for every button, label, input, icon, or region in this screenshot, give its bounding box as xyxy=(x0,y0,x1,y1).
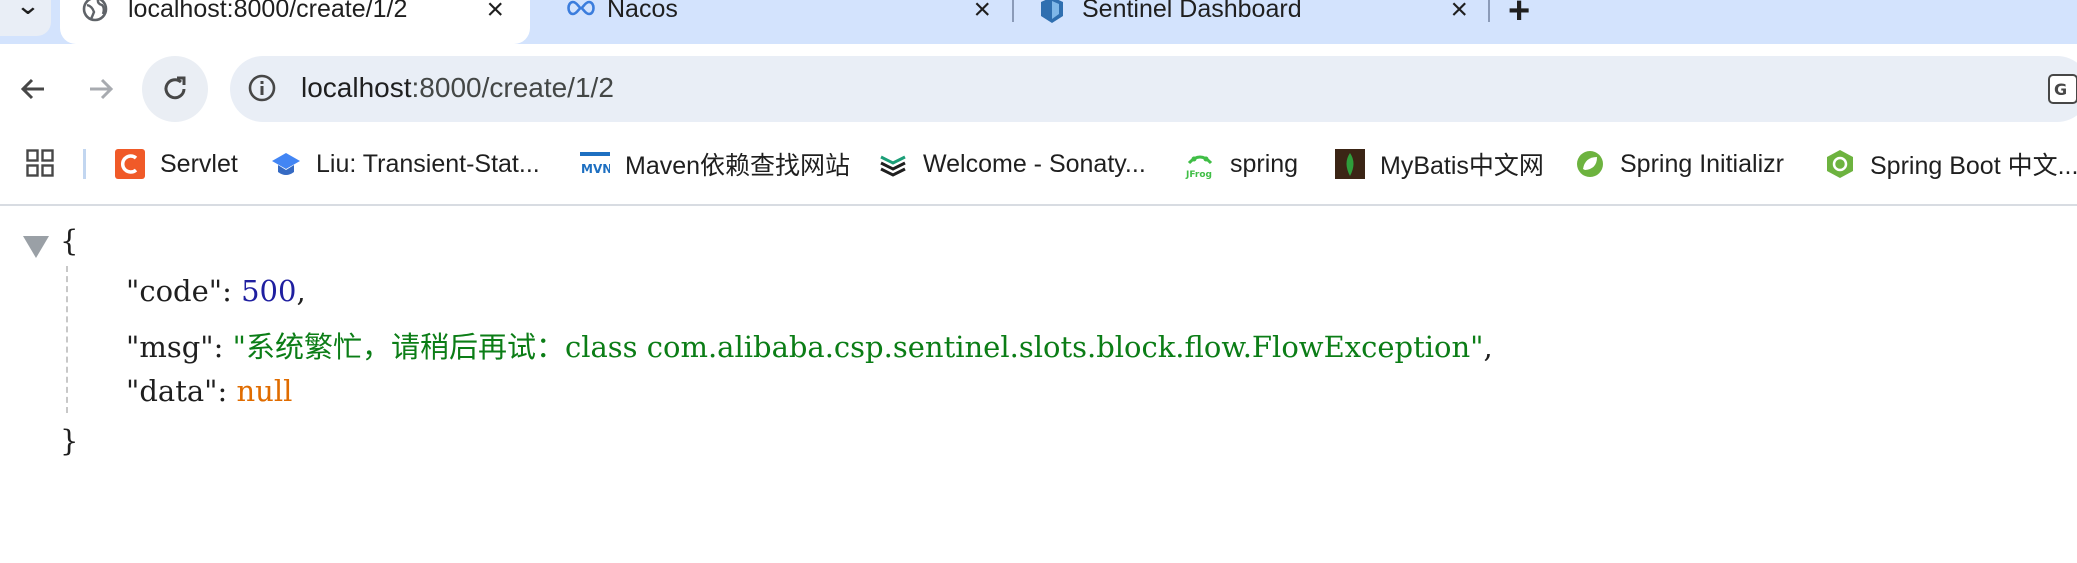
json-field-msg: "msg": "系统繁忙，请稍后再试：class com.alibaba.csp… xyxy=(126,324,1493,366)
bookmark-liu[interactable]: Liu: Transient-Stat... xyxy=(271,146,540,182)
close-tab-icon[interactable]: × xyxy=(973,0,991,27)
tab-separator xyxy=(1012,0,1014,22)
bookmark-sonatype[interactable]: Welcome - Sonaty... xyxy=(878,146,1146,182)
json-key: "code" xyxy=(126,274,223,308)
url-path: :8000/create/1/2 xyxy=(411,72,614,103)
bookmark-label: MyBatis中文网 xyxy=(1380,152,1544,180)
json-open-brace: { xyxy=(60,224,79,258)
site-info-icon[interactable] xyxy=(247,73,277,103)
mvn-icon: MVN xyxy=(580,152,610,176)
tab-nacos[interactable]: Nacos × xyxy=(535,0,1005,44)
tab-title: Nacos xyxy=(607,0,678,23)
new-tab-button[interactable]: + xyxy=(1508,0,1530,33)
reload-icon xyxy=(164,76,186,100)
spring-boot-icon xyxy=(1827,150,1853,178)
json-separator: : xyxy=(222,274,242,308)
json-key: "msg" xyxy=(126,330,214,364)
servlet-icon xyxy=(115,149,145,179)
graduation-cap-icon xyxy=(272,153,300,175)
json-key: "data" xyxy=(126,374,218,408)
json-field-data: "data": null xyxy=(126,374,292,408)
collapse-toggle-icon[interactable] xyxy=(23,236,49,258)
json-value-null: null xyxy=(236,374,293,408)
back-button[interactable] xyxy=(0,56,66,122)
json-trailing-comma: , xyxy=(296,274,306,308)
bookmark-label: Liu: Transient-Stat... xyxy=(316,149,540,178)
close-tab-icon[interactable]: × xyxy=(486,0,504,27)
svg-text:MVN: MVN xyxy=(581,162,610,176)
apps-grid-icon[interactable] xyxy=(26,149,54,177)
bookmarks-bar: Servlet Liu: Transient-Stat... MVN Maven… xyxy=(0,133,2077,206)
translate-icon[interactable]: G xyxy=(2048,74,2077,104)
tab-title: Sentinel Dashboard xyxy=(1082,0,1302,23)
bookmark-maven[interactable]: MVN Maven依赖查找网站 xyxy=(580,146,850,182)
json-viewer: { "code": 500, "msg": "系统繁忙，请稍后再试：class … xyxy=(0,206,2077,563)
browser-toolbar: localhost:8000/create/1/2 G xyxy=(0,44,2077,133)
bookmarks-separator xyxy=(83,149,86,179)
tab-title: localhost:8000/create/1/2 xyxy=(128,0,408,23)
arrow-right-icon xyxy=(90,78,114,100)
json-separator: : xyxy=(217,374,237,408)
bookmark-spring-boot[interactable]: Spring Boot 中文... xyxy=(1825,146,2077,182)
sentinel-logo-icon xyxy=(1041,0,1063,23)
bookmark-label: Servlet xyxy=(160,149,238,178)
tab-sentinel[interactable]: Sentinel Dashboard × xyxy=(1018,0,1488,44)
globe-icon xyxy=(82,0,108,22)
tab-search-button[interactable]: ⌄ xyxy=(0,0,51,36)
json-value-string: "系统繁忙，请稍后再试：class com.alibaba.csp.sentin… xyxy=(232,330,1484,364)
bookmark-mybatis[interactable]: MyBatis中文网 xyxy=(1335,146,1544,182)
json-field-code: "code": 500, xyxy=(126,274,306,308)
bookmark-label: spring xyxy=(1230,149,1299,178)
sonatype-icon xyxy=(880,155,906,177)
arrow-left-icon xyxy=(20,78,44,100)
spring-icon xyxy=(1577,151,1603,177)
json-separator: : xyxy=(213,330,233,364)
close-tab-icon[interactable]: × xyxy=(1450,0,1468,27)
tab-separator xyxy=(1488,0,1490,22)
bookmark-servlet[interactable]: Servlet xyxy=(115,146,238,182)
bookmark-spring-jfrog[interactable]: JFrog spring xyxy=(1185,146,1298,182)
json-value-number: 500 xyxy=(241,274,297,308)
indent-guide xyxy=(66,266,68,413)
json-trailing-comma: , xyxy=(1483,330,1493,364)
nacos-logo-icon xyxy=(567,0,595,16)
url-text: localhost:8000/create/1/2 xyxy=(301,72,614,104)
tab-localhost[interactable]: localhost:8000/create/1/2 × xyxy=(60,0,530,44)
address-bar[interactable]: localhost:8000/create/1/2 xyxy=(230,56,2077,122)
json-close-brace: } xyxy=(60,424,79,458)
bookmark-label: Spring Initializr xyxy=(1620,149,1784,178)
bookmark-spring-initializr[interactable]: Spring Initializr xyxy=(1575,146,1784,182)
tab-strip: ⌄ localhost:8000/create/1/2 × Nacos × Se… xyxy=(0,0,2077,44)
bookmark-label: Welcome - Sonaty... xyxy=(923,149,1146,178)
bookmark-label: Maven依赖查找网站 xyxy=(625,152,851,180)
chevron-down-icon: ⌄ xyxy=(14,0,41,20)
svg-text:JFrog: JFrog xyxy=(1185,170,1212,179)
forward-button[interactable] xyxy=(68,56,134,122)
jfrog-icon: JFrog xyxy=(1185,155,1213,179)
url-host: localhost xyxy=(301,72,412,103)
bookmark-label: Spring Boot 中文... xyxy=(1870,152,2077,180)
reload-button[interactable] xyxy=(142,56,208,122)
svg-text:G: G xyxy=(2054,80,2067,99)
mybatis-icon xyxy=(1335,149,1365,179)
